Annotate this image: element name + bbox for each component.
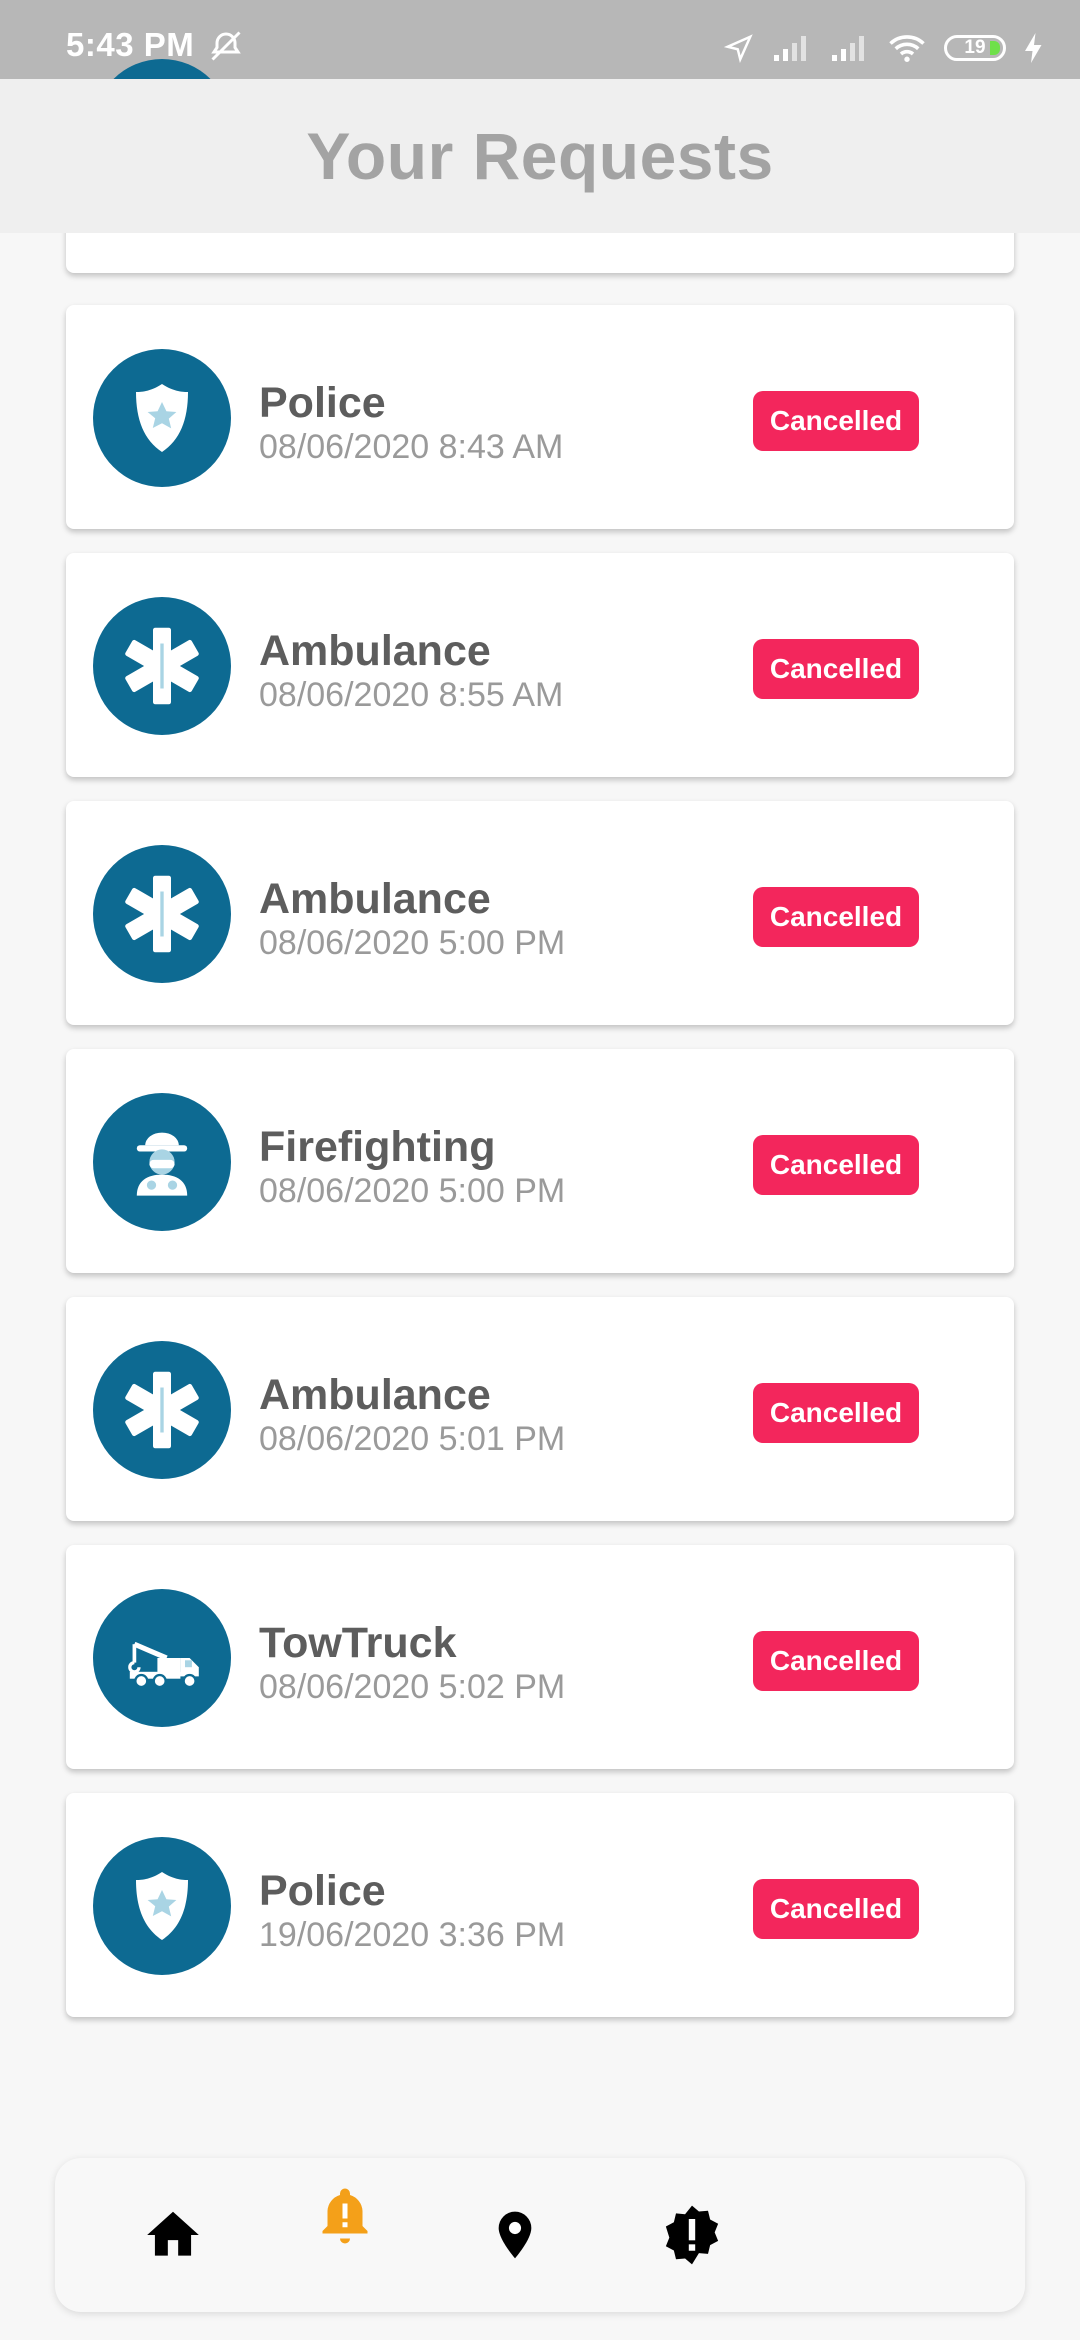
status-badge: Cancelled <box>753 1135 919 1195</box>
signal-icon <box>832 36 864 61</box>
service-name: Ambulance <box>259 1371 491 1419</box>
firefighter-icon <box>93 1093 231 1231</box>
service-name: Firefighting <box>259 1123 496 1171</box>
page-title: Your Requests <box>306 119 774 193</box>
service-name: Police <box>259 379 386 427</box>
service-name: TowTruck <box>259 1619 457 1667</box>
nav-location-button[interactable] <box>475 2195 555 2275</box>
status-time: 5:43 PM <box>66 26 195 63</box>
signal-icon <box>774 36 806 61</box>
star-of-life-icon <box>93 1341 231 1479</box>
police-badge-icon <box>93 1837 231 1975</box>
request-date: 08/06/2020 8:55 AM <box>259 676 564 714</box>
request-card[interactable]: Ambulance 08/06/2020 8:55 AM Cancelled <box>66 553 1014 777</box>
request-card[interactable]: TowTruck 08/06/2020 5:02 PM Cancelled <box>66 1545 1014 1769</box>
request-card[interactable]: Ambulance 08/06/2020 5:00 PM Cancelled <box>66 801 1014 1025</box>
police-badge-icon <box>93 349 231 487</box>
status-badge: Cancelled <box>753 1383 919 1443</box>
location-arrow-icon <box>724 34 753 63</box>
request-card[interactable]: Firefighting 08/06/2020 5:00 PM Cancelle… <box>66 1049 1014 1273</box>
nav-requests-button[interactable] <box>305 2176 385 2256</box>
mute-alarm-icon <box>211 31 241 61</box>
request-card[interactable]: Ambulance 08/06/2020 5:01 PM Cancelled <box>66 1297 1014 1521</box>
alert-bell-icon <box>322 2188 368 2244</box>
service-name: Ambulance <box>259 875 491 923</box>
request-card[interactable]: Police 08/06/2020 8:43 AM Cancelled <box>66 305 1014 529</box>
map-pin-icon <box>498 2211 532 2259</box>
status-badge: Cancelled <box>753 639 919 699</box>
status-badge: Cancelled <box>753 887 919 947</box>
request-card[interactable]: Police 19/06/2020 3:36 PM Cancelled <box>66 1793 1014 2017</box>
star-of-life-icon <box>93 845 231 983</box>
request-date: 08/06/2020 5:02 PM <box>259 1668 566 1706</box>
nav-alerts-button[interactable] <box>652 2195 732 2275</box>
request-date: 08/06/2020 5:01 PM <box>259 1420 566 1458</box>
warning-badge-icon <box>665 2205 719 2265</box>
tow-truck-icon <box>93 1589 231 1727</box>
request-date: 19/06/2020 3:36 PM <box>259 1916 566 1954</box>
battery-icon: 19 <box>944 35 1006 61</box>
request-date: 08/06/2020 5:00 PM <box>259 1172 566 1210</box>
request-date: 08/06/2020 8:43 AM <box>259 428 564 466</box>
page-header: Your Requests <box>0 79 1080 233</box>
nav-home-button[interactable] <box>133 2195 213 2275</box>
bottom-navigation <box>55 2158 1025 2312</box>
wifi-icon <box>889 35 925 62</box>
charging-icon <box>1025 33 1042 63</box>
status-badge: Cancelled <box>753 391 919 451</box>
status-badge: Cancelled <box>753 1879 919 1939</box>
service-name: Police <box>259 1867 386 1915</box>
star-of-life-icon <box>93 597 231 735</box>
status-badge: Cancelled <box>753 1631 919 1691</box>
service-name: Ambulance <box>259 627 491 675</box>
home-icon <box>147 2211 199 2256</box>
battery-level: 19 <box>964 37 986 58</box>
request-date: 08/06/2020 5:00 PM <box>259 924 566 962</box>
